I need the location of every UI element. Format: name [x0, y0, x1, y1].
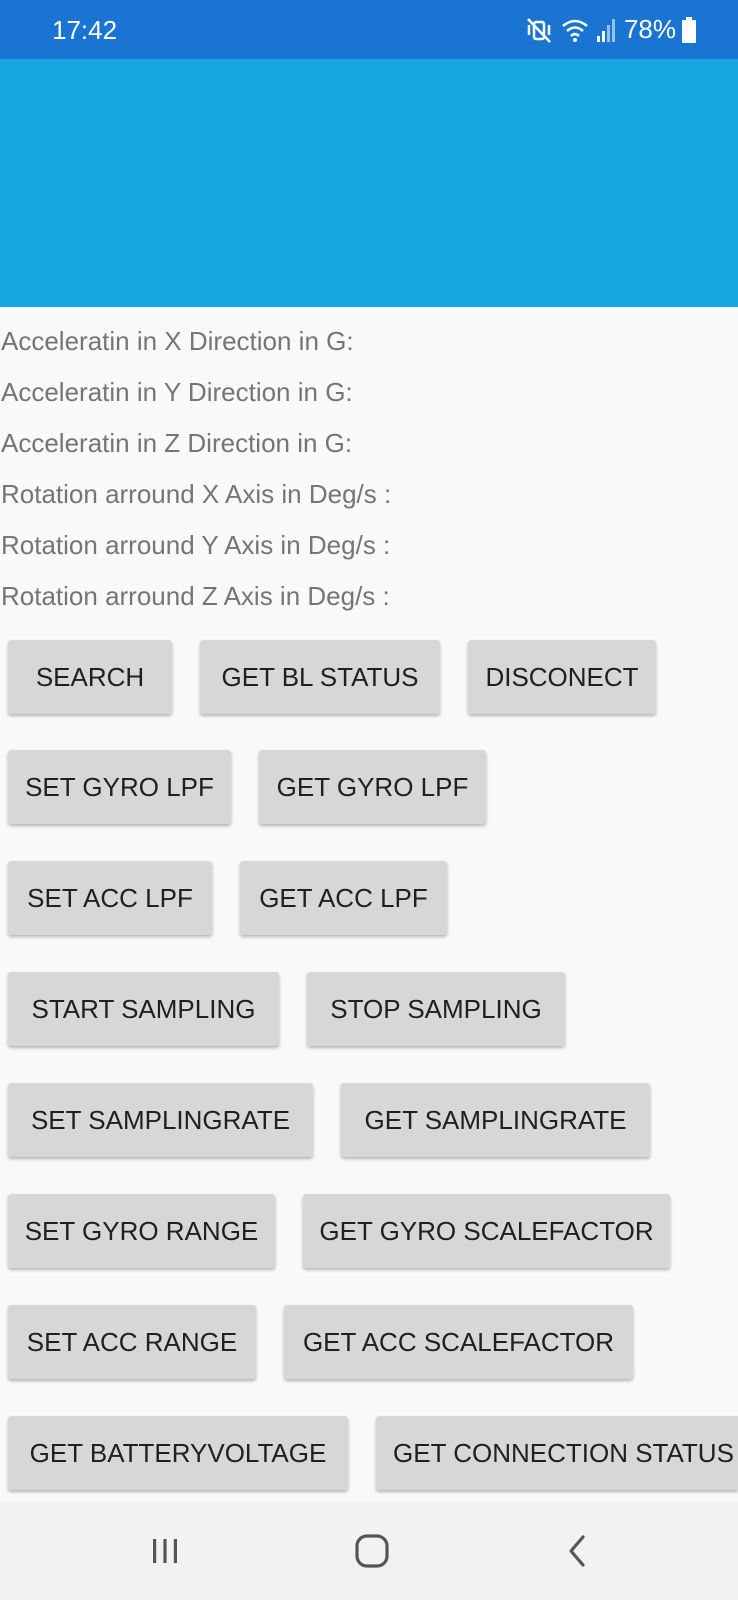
set-samplingrate-button[interactable]: SET SAMPLINGRATE: [8, 1083, 313, 1157]
status-icons: 78%: [524, 14, 696, 45]
home-button[interactable]: [322, 1502, 422, 1600]
back-icon: [569, 1535, 585, 1567]
search-button[interactable]: SEARCH: [8, 640, 172, 714]
sensor-readings: Acceleratin in X Direction in G: Acceler…: [0, 318, 738, 624]
status-bar: 17:42 78%: [0, 0, 738, 59]
home-icon: [355, 1534, 389, 1568]
get-gyro-scalefactor-button[interactable]: GET GYRO SCALEFACTOR: [303, 1194, 670, 1268]
acc-z-label: Acceleratin in Z Direction in G:: [1, 428, 353, 458]
rot-x-label: Rotation arround X Axis in Deg/s :: [1, 479, 392, 509]
nav-bar: [0, 1502, 738, 1600]
battery-percent: 78%: [623, 14, 676, 44]
app-bar: [0, 59, 738, 307]
get-gyro-lpf-button[interactable]: GET GYRO LPF: [259, 750, 486, 824]
get-batteryvoltage-button[interactable]: GET BATTERYVOLTAGE: [8, 1416, 348, 1490]
set-gyro-range-button[interactable]: SET GYRO RANGE: [8, 1194, 275, 1268]
get-acc-scalefactor-button[interactable]: GET ACC SCALEFACTOR: [284, 1305, 633, 1379]
set-acc-range-button[interactable]: SET ACC RANGE: [8, 1305, 256, 1379]
rot-z-label: Rotation arround Z Axis in Deg/s :: [1, 581, 390, 611]
app-screen: 17:42 78% Acceleratin in X Direction in …: [0, 0, 738, 1600]
get-connection-status-button[interactable]: GET CONNECTION STATUS: [376, 1416, 738, 1490]
recent-apps-icon: [153, 1539, 177, 1563]
acc-x-label: Acceleratin in X Direction in G:: [1, 326, 354, 356]
stop-sampling-button[interactable]: STOP SAMPLING: [307, 972, 565, 1046]
set-gyro-lpf-button[interactable]: SET GYRO LPF: [8, 750, 231, 824]
disconnect-button[interactable]: DISCONECT: [468, 640, 656, 714]
get-bl-status-button[interactable]: GET BL STATUS: [200, 640, 440, 714]
recent-apps-button[interactable]: [115, 1502, 215, 1600]
back-button[interactable]: [528, 1502, 628, 1600]
battery-icon: [682, 16, 696, 43]
mute-vibrate-icon: [527, 17, 551, 43]
get-samplingrate-button[interactable]: GET SAMPLINGRATE: [341, 1083, 650, 1157]
set-acc-lpf-button[interactable]: SET ACC LPF: [8, 861, 212, 935]
wifi-icon: [562, 19, 588, 42]
acc-y-label: Acceleratin in Y Direction in G:: [1, 377, 353, 407]
rot-y-label: Rotation arround Y Axis in Deg/s :: [1, 530, 391, 560]
signal-icon: [596, 18, 615, 42]
get-acc-lpf-button[interactable]: GET ACC LPF: [240, 861, 447, 935]
start-sampling-button[interactable]: START SAMPLING: [8, 972, 279, 1046]
status-time: 17:42: [52, 15, 118, 45]
